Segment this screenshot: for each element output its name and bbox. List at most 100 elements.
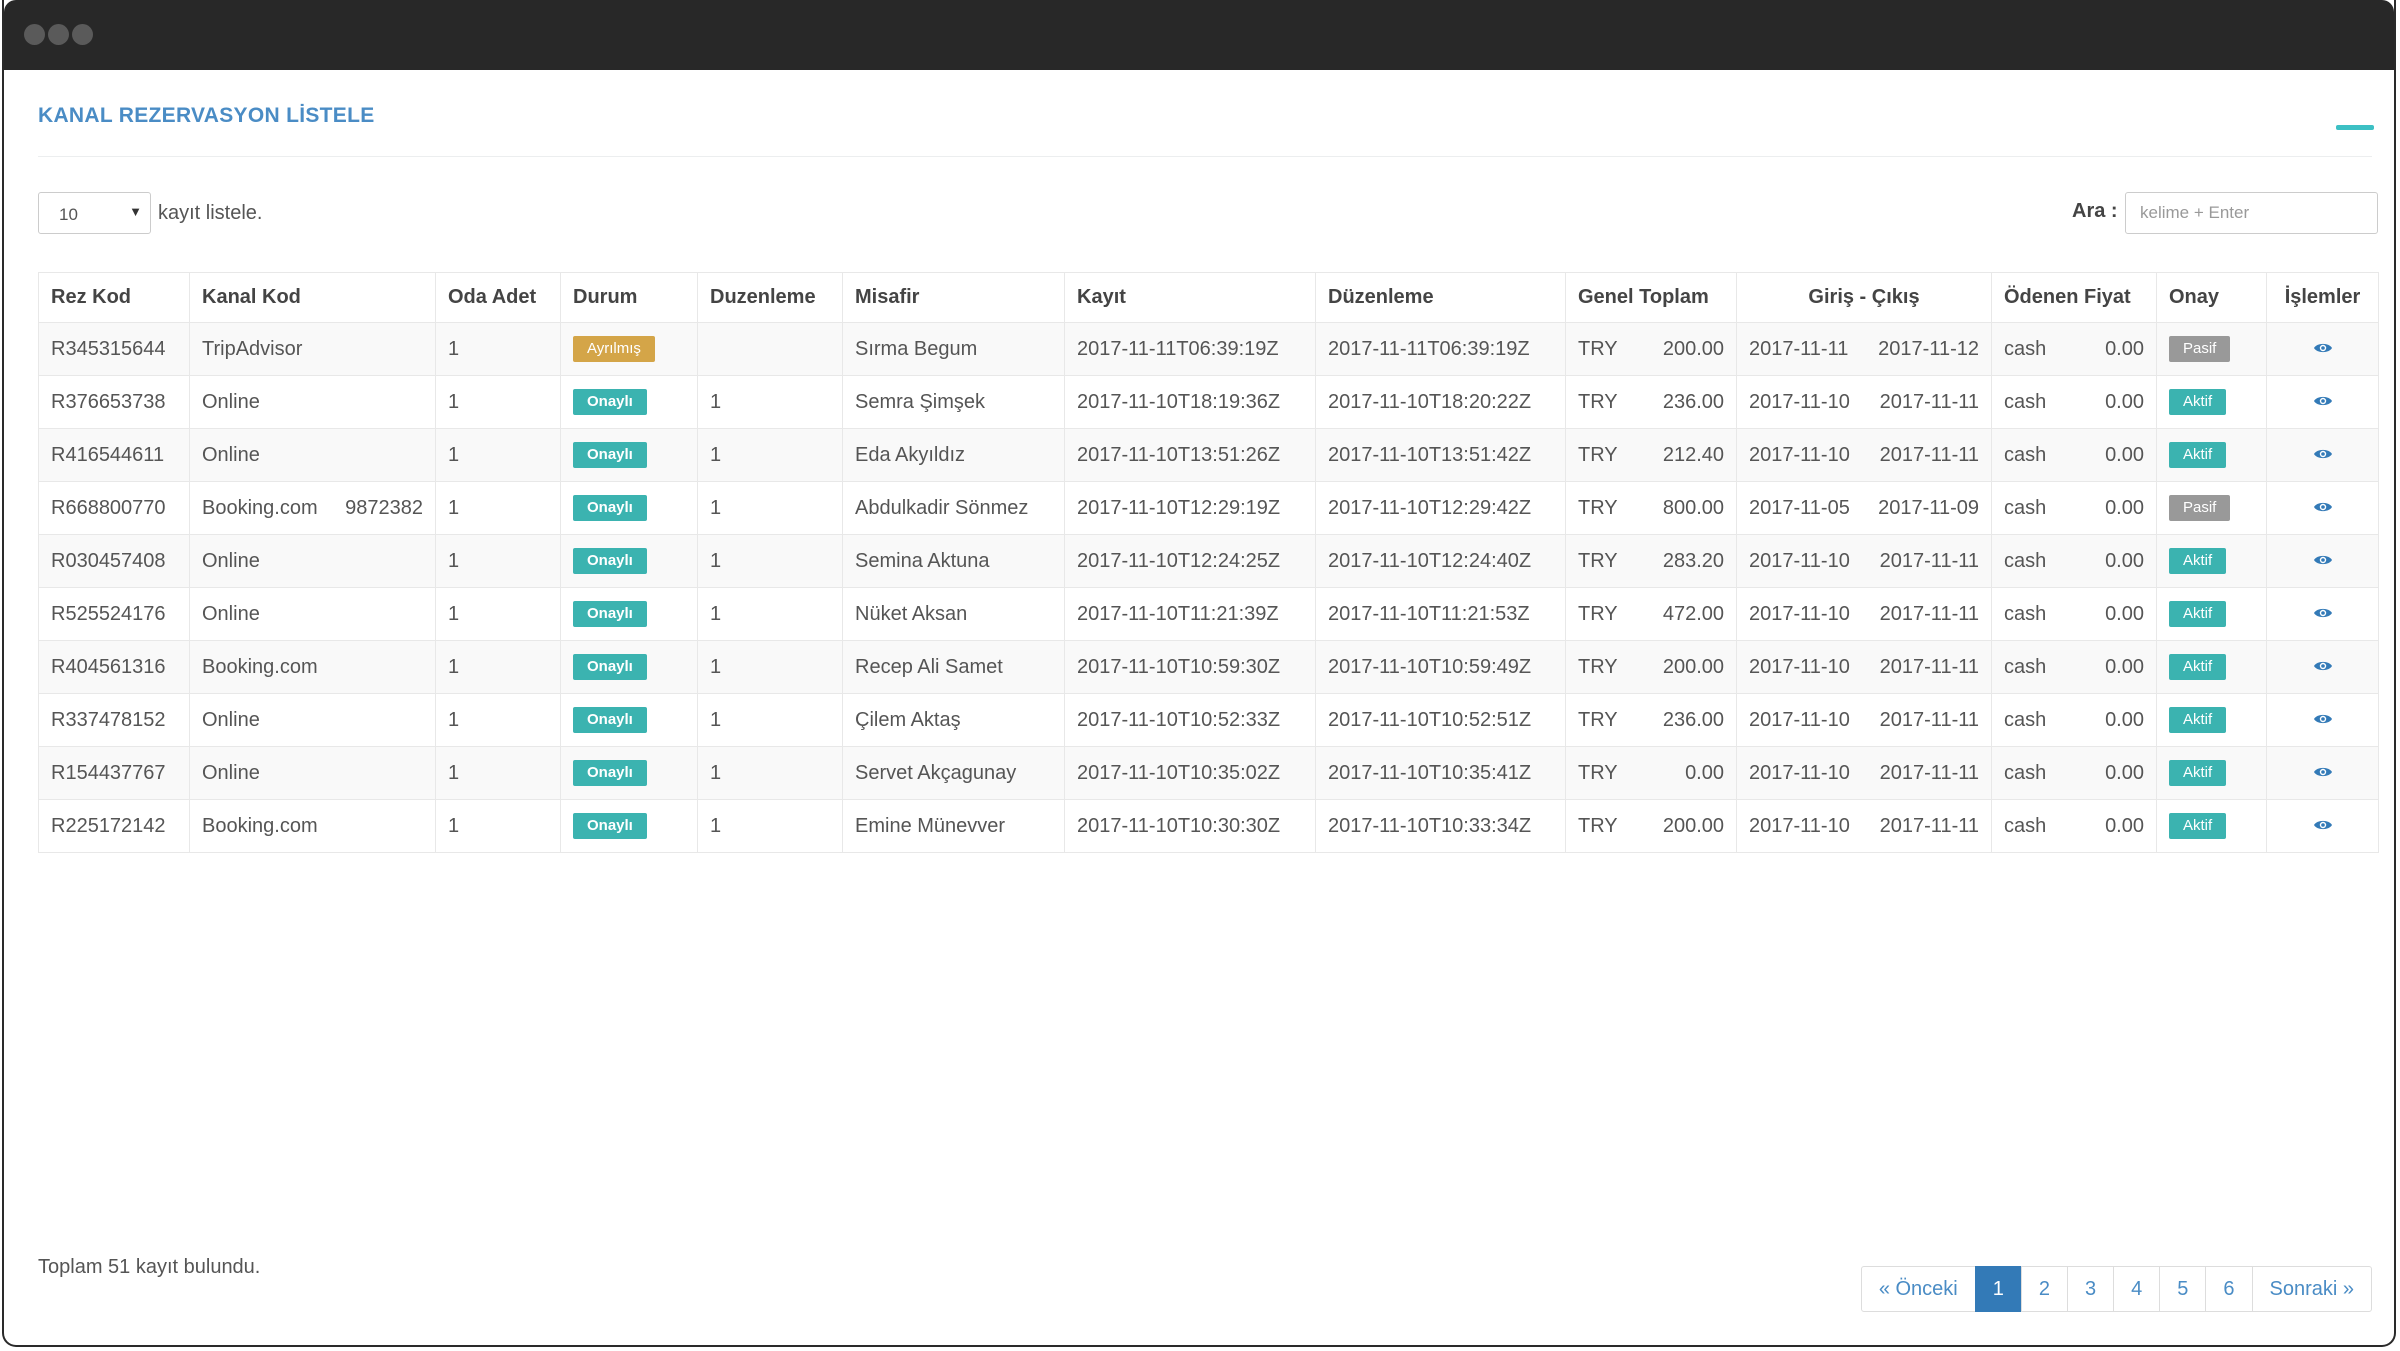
column-header[interactable]: Durum	[560, 272, 698, 323]
approval-badge[interactable]: Aktif	[2169, 548, 2227, 574]
approval-badge[interactable]: Aktif	[2169, 601, 2227, 627]
actions-cell	[2266, 481, 2379, 535]
column-header[interactable]: Oda Adet	[435, 272, 561, 323]
table-row[interactable]: R376653738 Online 1 Onaylı 1 Semra Şimşek 2017…	[38, 375, 2379, 429]
approval-badge[interactable]: Pasif	[2169, 495, 2231, 521]
table-row[interactable]: R337478152 Online 1 Onaylı 1 Çilem Aktaş 2017-…	[38, 693, 2379, 747]
status-badge: Onaylı	[573, 442, 647, 468]
onay-cell: Aktif	[2156, 693, 2267, 747]
kanal-name: Booking.com	[202, 814, 318, 837]
eye-icon[interactable]	[2313, 709, 2333, 732]
table-body: R345315644 TripAdvisor 1 Ayrılmış Sırma Begu…	[38, 322, 2379, 853]
onay-cell: Pasif	[2156, 322, 2267, 376]
currency: TRY	[1578, 761, 1618, 784]
oda-adet-cell: 1	[435, 534, 561, 588]
amount: 200.00	[1662, 655, 1724, 678]
pagination-page-6[interactable]: 6	[2205, 1266, 2253, 1312]
updated-at-cell: 2017-11-10T18:20:22Z	[1315, 375, 1566, 429]
eye-icon[interactable]	[2313, 444, 2333, 467]
eye-icon[interactable]	[2313, 338, 2333, 361]
table-row[interactable]: R030457408 Online 1 Onaylı 1 Semina Aktuna 201…	[38, 534, 2379, 588]
column-header[interactable]: Kayıt	[1064, 272, 1316, 323]
column-header[interactable]: Giriş - Çıkış	[1736, 272, 1992, 323]
currency: TRY	[1578, 549, 1618, 572]
kanal-kod-cell: Online	[189, 746, 436, 800]
approval-badge[interactable]: Aktif	[2169, 389, 2227, 415]
duzenleme-count-cell: 1	[697, 640, 843, 694]
updated-at-cell: 2017-11-11T06:39:19Z	[1315, 322, 1566, 376]
eye-icon[interactable]	[2313, 391, 2333, 414]
eye-icon[interactable]	[2313, 762, 2333, 785]
total-price-wrap: TRY 472.00	[1578, 603, 1724, 626]
table-row[interactable]: R525524176 Online 1 Onaylı 1 Nüket Aksan 2017-…	[38, 587, 2379, 641]
oda-adet-cell: 1	[435, 428, 561, 482]
window-close-dot[interactable]	[24, 24, 45, 45]
approval-badge[interactable]: Aktif	[2169, 442, 2227, 468]
table-row[interactable]: R345315644 TripAdvisor 1 Ayrılmış Sırma Begu…	[38, 322, 2379, 376]
table-row[interactable]: R225172142 Booking.com 1 Onaylı 1 Emine Münev…	[38, 799, 2379, 853]
column-header[interactable]: Misafir	[842, 272, 1065, 323]
column-header[interactable]: İşlemler	[2266, 272, 2379, 323]
rez-kod-cell: R416544611	[38, 428, 190, 482]
pagination-page-3[interactable]: 3	[2067, 1266, 2115, 1312]
created-at-cell: 2017-11-11T06:39:19Z	[1064, 322, 1316, 376]
window-minimize-dot[interactable]	[48, 24, 69, 45]
paid-price-cell: cash 0.00	[1991, 640, 2157, 694]
durum-cell: Onaylı	[560, 693, 698, 747]
column-header[interactable]: Duzenleme	[697, 272, 843, 323]
table-row[interactable]: R154437767 Online 1 Onaylı 1 Servet Akçagunay…	[38, 746, 2379, 800]
status-badge: Ayrılmış	[573, 336, 655, 362]
kanal-kod-cell: Booking.com	[189, 799, 436, 853]
actions-cell	[2266, 322, 2379, 376]
eye-icon[interactable]	[2313, 603, 2333, 626]
column-header[interactable]: Ödenen Fiyat	[1991, 272, 2157, 323]
approval-badge[interactable]: Pasif	[2169, 336, 2231, 362]
kanal-kod-cell: TripAdvisor	[189, 322, 436, 376]
search-input[interactable]	[2125, 192, 2378, 234]
kanal-kod-wrap: Online	[202, 709, 423, 732]
column-header[interactable]: Genel Toplam	[1565, 272, 1737, 323]
paid-price-wrap: cash 0.00	[2004, 444, 2144, 467]
kanal-name: TripAdvisor	[202, 337, 303, 360]
collapse-panel-icon[interactable]	[2336, 125, 2374, 130]
approval-badge[interactable]: Aktif	[2169, 760, 2227, 786]
column-header[interactable]: Kanal Kod	[189, 272, 436, 323]
pagination-next-button[interactable]: Sonraki »	[2251, 1266, 2372, 1312]
window-maximize-dot[interactable]	[72, 24, 93, 45]
pagination-page-5[interactable]: 5	[2159, 1266, 2207, 1312]
pagination-page-2[interactable]: 2	[2020, 1266, 2068, 1312]
pagination-page-1[interactable]: 1	[1974, 1266, 2022, 1312]
page-content: KANAL REZERVASYON LİSTELE 10 ▼ kayıt lis…	[4, 70, 2394, 1345]
onay-cell: Aktif	[2156, 799, 2267, 853]
total-price-wrap: TRY 0.00	[1578, 762, 1724, 785]
page-size-select[interactable]: 10 ▼	[38, 192, 151, 234]
checkout-date: 2017-11-11	[1879, 602, 1979, 625]
created-at-cell: 2017-11-10T10:52:33Z	[1064, 693, 1316, 747]
approval-badge[interactable]: Aktif	[2169, 707, 2227, 733]
column-header[interactable]: Onay	[2156, 272, 2267, 323]
eye-icon[interactable]	[2313, 656, 2333, 679]
rez-kod-cell: R345315644	[38, 322, 190, 376]
table-row[interactable]: R416544611 Online 1 Onaylı 1 Eda Akyıldız 2017…	[38, 428, 2379, 482]
column-header[interactable]: Rez Kod	[38, 272, 190, 323]
kanal-kod-cell: Booking.com 9872382	[189, 481, 436, 535]
eye-icon[interactable]	[2313, 497, 2333, 520]
kanal-kod-wrap: Online	[202, 603, 423, 626]
eye-icon[interactable]	[2313, 550, 2333, 573]
kanal-number: 9872382	[345, 496, 423, 519]
pagination-page-4[interactable]: 4	[2113, 1266, 2161, 1312]
actions-cell	[2266, 640, 2379, 694]
approval-badge[interactable]: Aktif	[2169, 654, 2227, 680]
dates-wrap: 2017-11-10 2017-11-11	[1749, 815, 1979, 838]
amount: 200.00	[1662, 337, 1724, 360]
table-row[interactable]: R668800770 Booking.com 9872382 1 Onaylı 1 Abdu…	[38, 481, 2379, 535]
duzenleme-count-cell: 1	[697, 587, 843, 641]
eye-icon[interactable]	[2313, 815, 2333, 838]
column-header[interactable]: Düzenleme	[1315, 272, 1566, 323]
approval-badge[interactable]: Aktif	[2169, 813, 2227, 839]
total-price-cell: TRY 212.40	[1565, 428, 1737, 482]
paid-amount: 0.00	[2105, 655, 2144, 678]
pagination-prev-button[interactable]: « Önceki	[1860, 1266, 1976, 1312]
checkin-checkout-cell: 2017-11-10 2017-11-11	[1736, 587, 1992, 641]
table-row[interactable]: R404561316 Booking.com 1 Onaylı 1 Recep Ali S…	[38, 640, 2379, 694]
